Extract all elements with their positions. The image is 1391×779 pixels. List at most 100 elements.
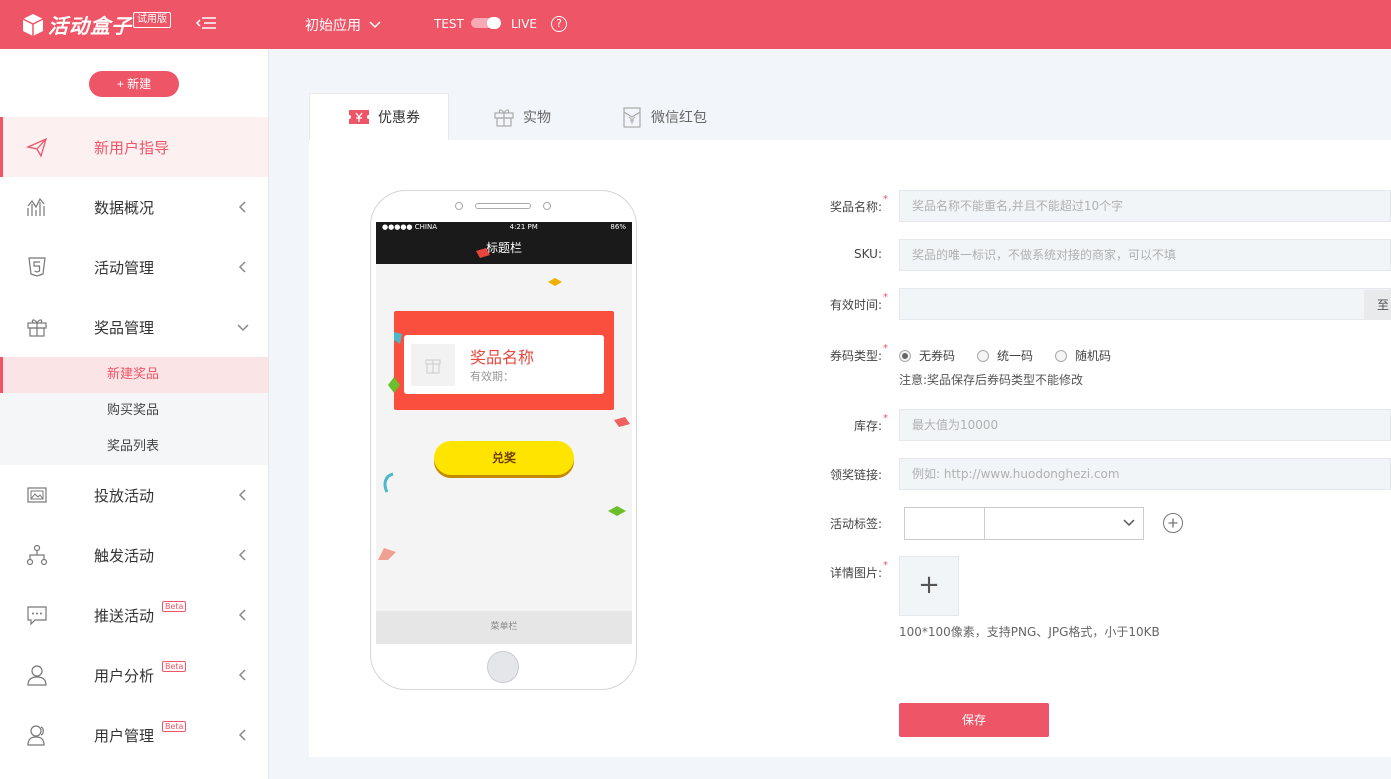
prize-name-input[interactable] [899, 190, 1391, 222]
prize-type-tabs: 优惠券 实物 微信红包 [309, 93, 1391, 140]
logo[interactable]: 活动盒子 [22, 10, 132, 39]
stock-input[interactable] [899, 409, 1391, 441]
date-range-to: 至 [1364, 290, 1391, 320]
tag-select-2[interactable] [984, 507, 1144, 540]
stock-label: 库存: * [853, 413, 888, 433]
tab-coupon[interactable]: 优惠券 [309, 93, 449, 140]
sidebar-item-placement[interactable]: 投放活动 [0, 465, 268, 525]
sidebar-item-user-management[interactable]: 用户管理 Beta [0, 705, 268, 765]
red-packet-icon [623, 106, 641, 128]
env-test-label: TEST [434, 17, 464, 31]
sidebar-item-activity-management[interactable]: 活动管理 [0, 237, 268, 297]
image-hint: 100*100像素，支持PNG、JPG格式，小于10KB [899, 625, 1160, 639]
carrier: ●●●●● CHINA [382, 223, 438, 231]
image-upload-button[interactable]: + [899, 556, 959, 616]
sidebar-item-label: 奖品管理 [94, 318, 155, 337]
chevron-left-icon [238, 261, 246, 273]
confetti-icon [383, 472, 394, 493]
coupon-card: 奖品名称 有效期： [394, 311, 614, 410]
sidebar-item-label: 投放活动 [94, 486, 155, 505]
add-tag-icon[interactable] [1163, 513, 1183, 533]
sku-input[interactable] [899, 239, 1391, 271]
code-type-note: 注意:奖品保存后券码类型不能修改 [899, 373, 1084, 387]
sidebar: + 新建 新用户指导 数据概况 活动管理 奖品管理 新建奖品 购买奖品 奖品列表 [0, 49, 269, 779]
validity-range-input[interactable]: 至 [899, 288, 1391, 320]
gift-icon [494, 108, 514, 127]
trial-badge: 试用版 [133, 12, 171, 28]
coupon-validity: 有效期： [470, 370, 514, 383]
radio-random-code[interactable]: 随机码 [1055, 347, 1111, 364]
app-selector[interactable]: 初始应用 [305, 15, 381, 35]
gift-icon [425, 359, 441, 374]
confetti-icon [378, 548, 396, 560]
phone-preview: ●●●●● CHINA 4:21 PM 86% 标题栏 奖品名称 有效期： 兑奖 [370, 190, 637, 690]
sidebar-item-user-analysis[interactable]: 用户分析 Beta [0, 645, 268, 705]
chevron-down-icon [237, 324, 249, 332]
sub-item-new-prize[interactable]: 新建奖品 [0, 357, 268, 393]
tab-physical[interactable]: 实物 [493, 93, 551, 140]
image-icon [27, 487, 47, 503]
chevron-left-icon [238, 201, 246, 213]
sidebar-item-prize-management[interactable]: 奖品管理 [0, 297, 268, 357]
beta-badge: Beta [162, 661, 187, 672]
code-type-radio-group: 无券码 统一码 随机码 [899, 347, 1111, 364]
validity-label: 有效时间: * [829, 292, 888, 312]
top-bar: 活动盒子 试用版 初始应用 TEST LIVE ? [0, 0, 1391, 49]
sidebar-item-data-overview[interactable]: 数据概况 [0, 177, 268, 237]
home-button[interactable] [487, 651, 519, 683]
env-live-label: LIVE [511, 17, 538, 31]
chevron-left-icon [238, 489, 246, 501]
help-icon[interactable]: ? [551, 16, 567, 32]
radio-button[interactable] [977, 349, 990, 362]
paper-plane-icon [26, 137, 48, 158]
sidebar-item-guide[interactable]: 新用户指导 [0, 117, 268, 177]
chevron-down-icon [1123, 519, 1135, 527]
tab-label: 微信红包 [651, 109, 707, 126]
sidebar-item-trigger[interactable]: 触发活动 [0, 525, 268, 585]
radio-uniform-code[interactable]: 统一码 [977, 347, 1033, 364]
battery: 86% [610, 223, 626, 231]
phone-time: 4:21 PM [509, 223, 538, 231]
sidebar-item-push[interactable]: 推送活动 Beta [0, 585, 268, 645]
name-label: 奖品名称: * [829, 194, 888, 214]
confetti-icon [614, 417, 630, 427]
chevron-left-icon [238, 609, 246, 621]
sidebar-item-label: 新用户指导 [94, 138, 170, 157]
coupon-inner: 奖品名称 有效期： [404, 335, 604, 394]
tab-wechat-red-packet[interactable]: 微信红包 [621, 93, 707, 140]
gift-icon [27, 319, 47, 337]
logo-text: 活动盒子 [48, 14, 132, 38]
link-label: 领奖链接: [829, 468, 882, 482]
phone-menu-bar: 菜单栏 [376, 611, 632, 644]
logo-cube-icon [22, 13, 44, 36]
image-label: 详情图片: * [829, 560, 888, 580]
tab-label: 优惠券 [378, 110, 420, 126]
beta-badge: Beta [162, 601, 187, 612]
radio-button[interactable] [899, 349, 911, 362]
chevron-left-icon [238, 669, 246, 681]
save-button[interactable]: 保存 [899, 703, 1049, 737]
sidebar-item-label: 用户分析 [94, 666, 155, 685]
chevron-left-icon [238, 549, 246, 561]
speaker [475, 203, 531, 209]
chart-icon [27, 197, 45, 216]
redeem-button[interactable]: 兑奖 [434, 441, 574, 475]
phone-title-bar: 标题栏 [376, 233, 632, 264]
menu-collapse-icon[interactable] [195, 12, 217, 34]
main-panel: 优惠券 实物 微信红包 ●●●●● CHINA 4:21 PM 86% 标题栏 [309, 93, 1391, 757]
new-button[interactable]: + 新建 [89, 71, 179, 97]
radio-button[interactable] [1055, 349, 1068, 362]
link-input[interactable] [899, 458, 1391, 490]
radio-no-code[interactable]: 无券码 [899, 347, 955, 364]
sidebar-item-label: 推送活动 [94, 606, 155, 625]
sub-item-prize-list[interactable]: 奖品列表 [0, 429, 268, 465]
env-toggle[interactable] [471, 17, 501, 29]
users-icon [27, 725, 45, 746]
message-icon [27, 606, 47, 626]
coupon-icon [349, 110, 369, 124]
chevron-down-icon [369, 21, 381, 29]
confetti-icon [388, 377, 400, 393]
radio-label: 随机码 [1075, 349, 1112, 363]
radio-label: 无券码 [919, 349, 956, 363]
sub-item-buy-prize[interactable]: 购买奖品 [0, 393, 268, 429]
